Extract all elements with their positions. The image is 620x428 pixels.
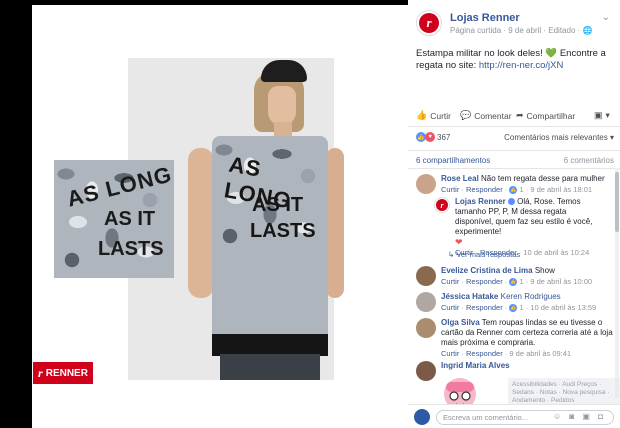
photo-viewer: AS LONG AS IT LASTS AS LONG AS IT LASTS …	[0, 0, 408, 428]
comment-like-count: 1	[519, 185, 524, 194]
shares-count-link[interactable]: 6 compartilhamentos	[416, 156, 490, 165]
comment-reply-link[interactable]: Responder	[466, 185, 503, 194]
comment-like-count: 1	[519, 303, 524, 312]
comment-reply-link[interactable]: Responder	[466, 277, 503, 286]
commenter-name[interactable]: Evelize Cristina de Lima	[441, 266, 533, 275]
model-figure: AS LONG AS IT LASTS	[176, 58, 344, 380]
more-replies-link[interactable]: ↳ Ver mais respostas	[448, 250, 520, 259]
avatar	[414, 409, 430, 425]
avatar[interactable]	[416, 292, 436, 312]
divider	[408, 168, 620, 169]
post-as-selector[interactable]: ▣ ▾	[594, 110, 610, 121]
comment-label: Comentar	[474, 110, 512, 121]
divider	[408, 126, 620, 127]
like-button[interactable]: 👍 Curtir	[416, 110, 451, 121]
globe-icon: 🌐	[582, 26, 593, 35]
like-count-icon: 👍	[509, 278, 518, 287]
avatar[interactable]: r	[434, 197, 450, 213]
renner-r-icon: r	[419, 13, 439, 33]
renner-badge-label: RENNER	[45, 367, 88, 379]
avatar[interactable]	[416, 318, 436, 338]
comment-reply-link[interactable]: Responder	[466, 303, 503, 312]
shirt-print-line-3: LASTS	[250, 220, 316, 242]
page-avatar-small-icon: ▣	[594, 110, 603, 120]
inset-print-line-3: LASTS	[98, 238, 164, 260]
share-button[interactable]: ➦ Compartilhar	[516, 110, 575, 121]
tagged-user-link[interactable]: Keren Rodrigues	[501, 292, 561, 301]
comment-text: Show	[534, 266, 555, 275]
page-avatar[interactable]: r	[416, 10, 442, 36]
post-header: r Lojas Renner Página curtida · 9 de abr…	[416, 10, 612, 40]
comment-icon: 💬	[460, 110, 472, 120]
avatar[interactable]	[416, 361, 436, 381]
comment-timestamp[interactable]: 10 de abril às 13:59	[530, 303, 596, 312]
print-closeup-inset: AS LONG AS IT LASTS	[54, 160, 174, 278]
comment-timestamp[interactable]: 9 de abril às 10:00	[530, 277, 592, 286]
reactions-summary[interactable]: 👍 ♥ 367	[416, 132, 450, 142]
commenter-name[interactable]: Rose Leal	[441, 174, 479, 183]
post-meta-text: Página curtida · 9 de abril · Editado ·	[450, 26, 583, 35]
post-link[interactable]: http://ren-ner.co/jXN	[479, 60, 563, 71]
shirt-print-line-2: AS IT	[252, 194, 304, 216]
like-count-icon: 👍	[509, 186, 518, 195]
share-icon: ➦	[516, 110, 524, 120]
avatar[interactable]	[416, 174, 436, 194]
comment-timestamp[interactable]: 10 de abril às 10:24	[523, 248, 589, 257]
comment-like-link[interactable]: Curtir	[441, 349, 459, 358]
renner-logo-badge: r RENNER	[33, 362, 93, 384]
cap	[261, 60, 307, 82]
comment-sort-dropdown[interactable]: Comentários mais relevantes ▾	[504, 133, 614, 142]
comment-timestamp[interactable]: 9 de abril às 18:01	[530, 185, 592, 194]
scrollbar-thumb[interactable]	[615, 172, 619, 232]
comment-like-link[interactable]: Curtir	[441, 185, 459, 194]
comments-count[interactable]: 6 comentários	[564, 156, 614, 165]
share-label: Compartilhar	[526, 110, 576, 121]
post-meta: Página curtida · 9 de abril · Editado · …	[450, 26, 592, 35]
commenter-name[interactable]: Olga Silva	[441, 318, 480, 327]
love-reaction-icon: ♥	[425, 132, 435, 142]
heart-emoji: ❤	[455, 237, 463, 247]
inset-print-line-2: AS IT	[104, 208, 156, 230]
caret-down-icon: ▾	[605, 110, 610, 120]
commenter-name[interactable]: Ingrid Maria Alves	[441, 361, 510, 370]
avatar[interactable]	[416, 266, 436, 286]
commenter-name[interactable]: Jéssica Hatake	[441, 292, 498, 301]
comment-text: Não tem regata desse para mulher	[481, 174, 605, 183]
comment-like-count: 1	[519, 277, 524, 286]
camo-tank-top: AS LONG AS IT LASTS	[212, 136, 328, 336]
commenter-name[interactable]: Lojas Renner	[455, 197, 506, 206]
comment-like-link[interactable]: Curtir	[441, 303, 459, 312]
post-actions: 👍 Curtir 💬 Comentar ➦ Compartilhar ▣ ▾	[416, 110, 614, 124]
renner-r-icon: r	[436, 199, 448, 211]
comment-composer: Escreva um comentário... ☺ ◙ ▣ ◘	[408, 404, 620, 428]
like-count-icon: 👍	[509, 304, 518, 313]
comment-timestamp[interactable]: 9 de abril às 09:41	[509, 349, 571, 358]
post-panel: r Lojas Renner Página curtida · 9 de abr…	[408, 0, 620, 428]
comment-like-link[interactable]: Curtir	[441, 277, 459, 286]
chevron-down-icon[interactable]: ⌄	[602, 12, 610, 23]
like-label: Curtir	[430, 110, 451, 121]
comment-button[interactable]: 💬 Comentar	[460, 110, 512, 121]
reactions-count: 367	[437, 132, 451, 142]
comment-reply-link[interactable]: Responder	[466, 349, 503, 358]
page-name-link[interactable]: Lojas Renner	[450, 12, 520, 24]
post-caption: Estampa militar no look deles! 💚 Encontr…	[416, 48, 612, 72]
thumbs-up-icon: 👍	[416, 110, 428, 120]
renner-r-icon: r	[38, 365, 43, 380]
verified-badge-icon	[507, 198, 515, 206]
divider	[408, 150, 620, 151]
composer-icons[interactable]: ☺ ◙ ▣ ◘	[553, 412, 606, 421]
